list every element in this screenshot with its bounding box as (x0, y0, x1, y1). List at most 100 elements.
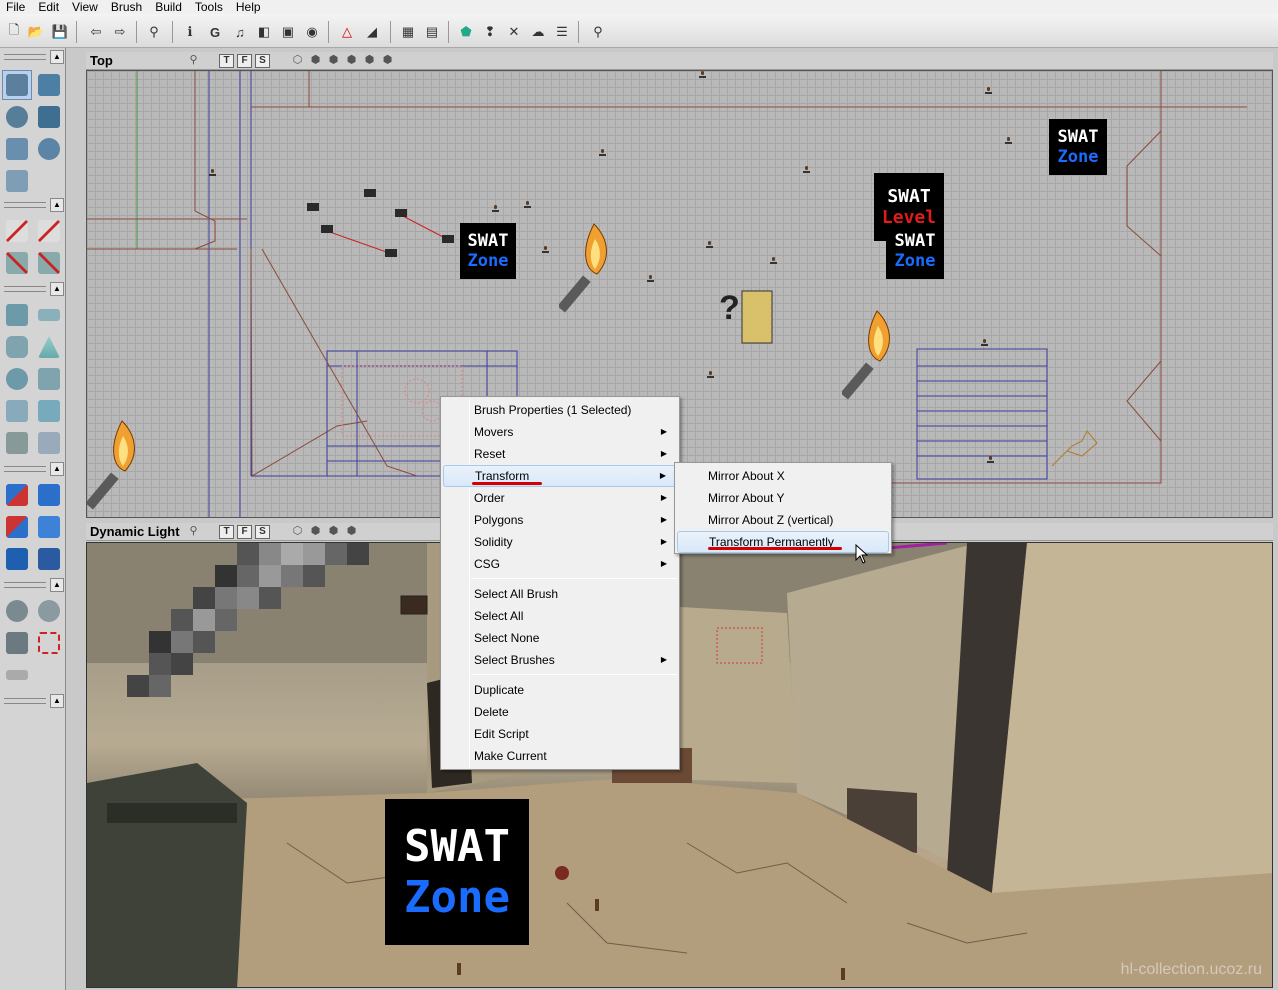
menu-item-mirror-y[interactable]: Mirror About Y (677, 487, 889, 509)
path-node-icon[interactable] (599, 149, 606, 157)
subtract-brush-icon[interactable] (34, 480, 64, 510)
dynamic-light-cube-icon[interactable]: ⬢ (362, 54, 377, 67)
pawn-icon[interactable]: ⚲ (588, 22, 608, 42)
build-paths-icon[interactable]: ▦ (398, 22, 418, 42)
actor-properties-icon[interactable]: ℹ (180, 22, 200, 42)
filter-icon[interactable]: ✕ (504, 22, 524, 42)
viewport-pawn-icon[interactable]: ⚲ (186, 525, 201, 538)
menu-item-polygons[interactable]: Polygons ▶ (443, 509, 677, 531)
volumetric-brush-icon[interactable] (34, 428, 64, 458)
path-node-icon[interactable] (699, 71, 706, 79)
open-icon[interactable]: 📂 (26, 22, 46, 42)
lighting-only-icon[interactable]: ⬢ (380, 54, 395, 67)
show-all-icon[interactable] (34, 628, 64, 658)
menu-item-reset[interactable]: Reset ▶ (443, 443, 677, 465)
vertex-edit-icon[interactable] (34, 70, 64, 100)
new-map-icon[interactable]: 🗋 (4, 22, 24, 42)
spiral-stairs-icon[interactable] (2, 396, 32, 426)
path-node-icon[interactable] (209, 169, 216, 177)
path-node-icon[interactable] (707, 371, 714, 379)
swat-zone-icon[interactable]: SWAT Zone (1049, 119, 1107, 175)
build-geometry-icon[interactable]: △ (337, 22, 357, 42)
view-side-button[interactable]: S (255, 53, 270, 68)
menu-item-solidity[interactable]: Solidity ▶ (443, 531, 677, 553)
texture-pan-icon[interactable] (34, 134, 64, 164)
path-node-icon[interactable] (985, 87, 992, 95)
options-icon[interactable]: ☁ (528, 22, 548, 42)
view-top-button[interactable]: T (219, 524, 234, 539)
torch-light-icon[interactable] (842, 306, 912, 406)
panel-group-header[interactable]: ▲ (2, 578, 64, 592)
camera-move-icon[interactable] (2, 70, 32, 100)
menu-item-mirror-x[interactable]: Mirror About X (677, 465, 889, 487)
menu-help[interactable]: Help (230, 0, 268, 14)
select-invert-icon[interactable] (2, 628, 32, 658)
menu-build[interactable]: Build (149, 0, 189, 14)
show-selected-icon[interactable] (2, 596, 32, 626)
intersect-brush-icon[interactable] (2, 512, 32, 542)
add-mover-icon[interactable] (2, 544, 32, 574)
menu-item-mirror-z[interactable]: Mirror About Z (vertical) (677, 509, 889, 531)
menu-item-select-brushes[interactable]: Select Brushes ▶ (443, 649, 677, 671)
save-icon[interactable]: 💾 (50, 22, 70, 42)
clip-delete-icon[interactable] (34, 248, 64, 278)
cube-brush-icon[interactable] (2, 300, 32, 330)
path-node-icon[interactable] (706, 241, 713, 249)
actor-class-icon[interactable]: ☰ (552, 22, 572, 42)
menu-file[interactable]: File (0, 0, 32, 14)
sphere-brush-icon[interactable] (2, 364, 32, 394)
menu-item-duplicate[interactable]: Duplicate (443, 679, 677, 701)
menu-item-select-all[interactable]: Select All (443, 605, 677, 627)
redo-icon[interactable]: ⇨ (110, 22, 130, 42)
bsp-cube-icon[interactable]: ⬢ (326, 54, 341, 67)
grid-icon[interactable] (2, 660, 32, 690)
clip-flip-icon[interactable] (2, 248, 32, 278)
texture-browser-icon[interactable]: ◧ (254, 22, 274, 42)
view-icon[interactable]: ◉ (302, 22, 322, 42)
torch-light-icon[interactable] (87, 416, 157, 516)
view-front-button[interactable]: F (237, 53, 252, 68)
textured-cube-icon[interactable]: ⬢ (344, 54, 359, 67)
scale-icon[interactable] (34, 102, 64, 132)
path-node-icon[interactable] (492, 205, 499, 213)
menu-item-brush-properties[interactable]: Brush Properties (1 Selected) (443, 399, 677, 421)
search-actors-icon[interactable]: ⚲ (144, 22, 164, 42)
path-node-icon[interactable] (1005, 137, 1012, 145)
cone-brush-icon[interactable] (34, 332, 64, 362)
hide-selected-icon[interactable] (34, 596, 64, 626)
menu-item-delete[interactable]: Delete (443, 701, 677, 723)
bsp-cube-icon[interactable]: ⬢ (326, 525, 341, 538)
play-map-icon[interactable]: ⬟ (456, 22, 476, 42)
build-all-icon[interactable]: ▤ (422, 22, 442, 42)
menu-brush[interactable]: Brush (105, 0, 149, 14)
menu-tools[interactable]: Tools (189, 0, 230, 14)
path-node-icon[interactable] (647, 275, 654, 283)
panel-group-header[interactable]: ▲ (2, 694, 64, 708)
mesh-browser-icon[interactable]: ▣ (278, 22, 298, 42)
clip-split-icon[interactable] (34, 216, 64, 246)
rotate-icon[interactable] (2, 102, 32, 132)
path-node-icon[interactable] (987, 456, 994, 464)
add-brush-icon[interactable] (2, 480, 32, 510)
torch-light-icon[interactable] (559, 219, 629, 319)
clip-icon[interactable] (2, 216, 32, 246)
textured-cube-icon[interactable]: ⬢ (344, 525, 359, 538)
sound-browser-icon[interactable]: ♫ (230, 22, 250, 42)
terrain-brush-icon[interactable] (2, 428, 32, 458)
add-special-icon[interactable] (34, 544, 64, 574)
path-node-icon[interactable] (542, 246, 549, 254)
viewport-pawn-icon[interactable]: ⚲ (186, 54, 201, 67)
path-node-icon[interactable] (770, 257, 777, 265)
path-node-icon[interactable] (524, 201, 531, 209)
panel-group-header[interactable]: ▲ (2, 282, 64, 296)
terrain-icon[interactable] (2, 166, 32, 196)
menu-item-make-current[interactable]: Make Current (443, 745, 677, 767)
path-node-icon[interactable] (981, 339, 988, 347)
zone-cube-icon[interactable]: ⬢ (308, 54, 323, 67)
unknown-actor-icon[interactable]: ? (719, 289, 740, 328)
wireframe-cube-icon[interactable]: ⬡ (290, 525, 305, 538)
panel-group-header[interactable]: ▲ (2, 462, 64, 476)
menu-view[interactable]: View (66, 0, 105, 14)
brush-builder-icon[interactable]: ❢ (480, 22, 500, 42)
menu-edit[interactable]: Edit (32, 0, 66, 14)
